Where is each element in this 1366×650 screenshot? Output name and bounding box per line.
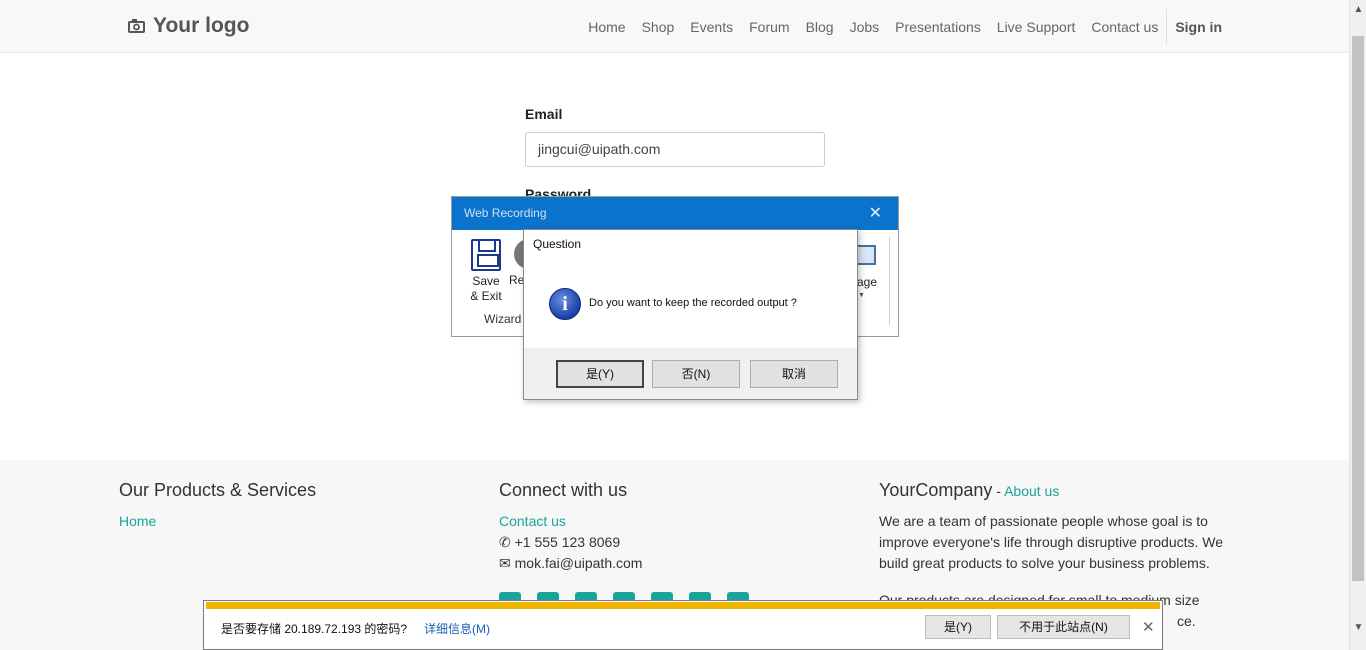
- nav-home[interactable]: Home: [588, 19, 625, 35]
- email-address[interactable]: mok.fai@uipath.com: [515, 555, 643, 571]
- wizard-group-label: Wizard: [484, 312, 522, 326]
- footer-email: ✉ mok.fai@uipath.com: [499, 553, 749, 574]
- cancel-button[interactable]: 取消: [750, 360, 838, 388]
- dialog-message: Do you want to keep the recorded output …: [589, 297, 797, 309]
- nav-presentations[interactable]: Presentations: [895, 19, 981, 35]
- web-recording-title: Web Recording: [464, 206, 547, 220]
- about-text: We are a team of passionate people whose…: [879, 513, 1224, 571]
- footer-contact-link[interactable]: Contact us: [499, 513, 566, 529]
- exit-label: & Exit: [470, 289, 502, 303]
- save-label: Save: [472, 274, 500, 288]
- main-nav: Home Shop Events Forum Blog Jobs Present…: [572, 0, 1222, 53]
- camera-icon: [128, 19, 145, 33]
- nav-live-support[interactable]: Live Support: [997, 19, 1076, 35]
- email-field[interactable]: jingcui@uipath.com: [525, 132, 825, 167]
- envelope-icon: ✉: [499, 555, 511, 571]
- phone-icon: ✆: [499, 534, 511, 550]
- footer-phone: ✆ +1 555 123 8069: [499, 532, 749, 553]
- question-dialog: Question i Do you want to keep the recor…: [523, 229, 858, 400]
- floppy-disk-icon: [471, 239, 501, 271]
- footer-products-title: Our Products & Services: [119, 480, 317, 500]
- footer-home-link[interactable]: Home: [119, 513, 156, 529]
- footer-products-column: Our Products & Services Home: [119, 480, 316, 532]
- save-password-yes-button[interactable]: 是(Y): [925, 615, 991, 639]
- footer-connect-title: Connect with us: [499, 480, 628, 500]
- info-icon: i: [549, 288, 581, 320]
- yes-button[interactable]: 是(Y): [556, 360, 644, 388]
- nav-contact-us[interactable]: Contact us: [1091, 19, 1158, 35]
- image-icon[interactable]: [856, 245, 876, 265]
- nav-events[interactable]: Events: [690, 19, 733, 35]
- phone-number: +1 555 123 8069: [514, 534, 621, 550]
- dialog-button-bar: 是(Y) 否(N) 取消: [524, 348, 857, 399]
- company-name: YourCompany: [879, 480, 993, 500]
- email-label: Email: [525, 106, 563, 122]
- footer-connect-column: Connect with us Contact us ✆ +1 555 123 …: [499, 480, 749, 612]
- site-logo[interactable]: Your logo: [128, 14, 249, 38]
- dialog-title: Question: [533, 237, 582, 251]
- nav-jobs[interactable]: Jobs: [850, 19, 880, 35]
- page-scrollbar[interactable]: ▲ ▼: [1349, 0, 1366, 650]
- scroll-up-icon[interactable]: ▲: [1350, 2, 1366, 18]
- scrollbar-thumb[interactable]: [1352, 36, 1364, 581]
- close-icon[interactable]: ✕: [869, 197, 882, 230]
- save-password-bar: 是否要存储 20.189.72.193 的密码? 详细信息(M) 是(Y) 不用…: [203, 600, 1163, 650]
- never-for-site-button[interactable]: 不用于此站点(N): [997, 615, 1130, 639]
- nav-divider: [1166, 8, 1168, 45]
- nav-forum[interactable]: Forum: [749, 19, 789, 35]
- nav-blog[interactable]: Blog: [806, 19, 834, 35]
- no-button[interactable]: 否(N): [652, 360, 740, 388]
- more-info-link[interactable]: 详细信息(M): [424, 620, 490, 637]
- image-label: age: [857, 275, 878, 289]
- toolbar-divider: [889, 237, 890, 325]
- web-recording-titlebar: Web Recording ✕: [452, 197, 898, 230]
- title-separator: -: [992, 483, 1005, 499]
- chevron-down-icon[interactable]: ▼: [858, 292, 865, 299]
- save-exit-button[interactable]: Save & Exit: [466, 239, 506, 304]
- about-us-link[interactable]: About us: [1004, 483, 1059, 499]
- nav-shop[interactable]: Shop: [642, 19, 675, 35]
- footer-company-title: YourCompany - About us: [879, 480, 1229, 501]
- logo-text: Your logo: [153, 14, 250, 37]
- save-password-question: 是否要存储 20.189.72.193 的密码?: [221, 622, 408, 636]
- notification-stripe: [206, 602, 1160, 609]
- scroll-down-icon[interactable]: ▼: [1350, 620, 1366, 636]
- sign-in-link[interactable]: Sign in: [1175, 19, 1222, 35]
- site-header: Your logo Home Shop Events Forum Blog Jo…: [0, 0, 1349, 53]
- close-icon[interactable]: ✕: [1142, 618, 1155, 636]
